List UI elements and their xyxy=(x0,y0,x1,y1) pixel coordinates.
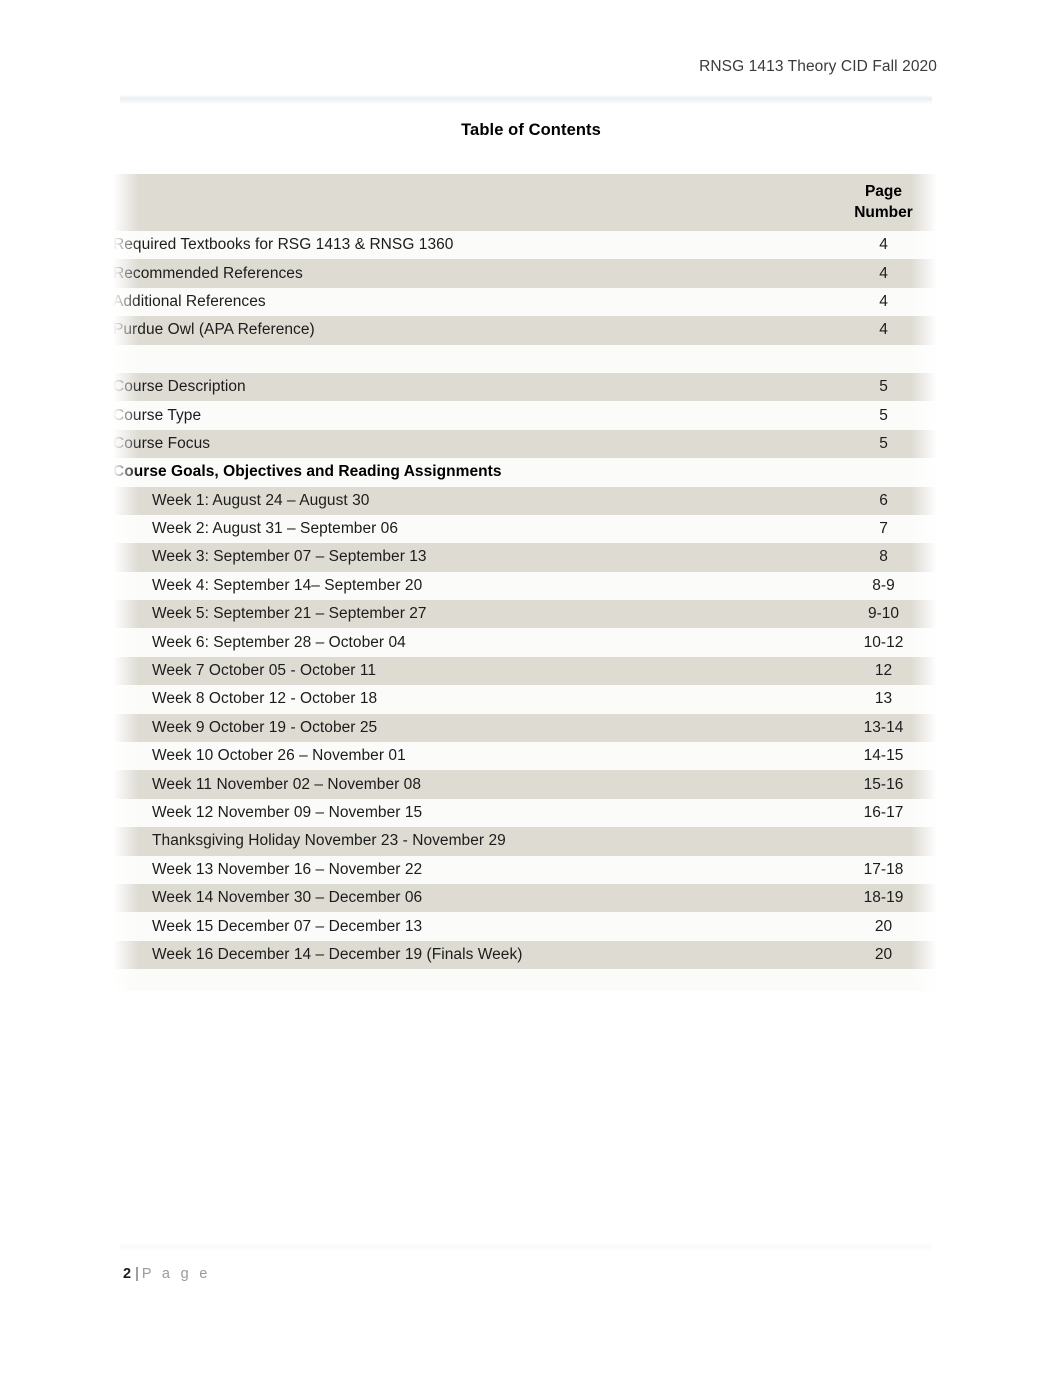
toc-entry-label[interactable]: Course Type xyxy=(113,401,830,430)
table-row: Course Type 5 xyxy=(113,401,937,430)
page-number-column-header: Page Number xyxy=(830,174,937,231)
toc-entry-page-number: 5 xyxy=(830,429,937,459)
toc-entry-label[interactable]: Recommended References xyxy=(113,259,830,288)
footer-page-word: P a g e xyxy=(141,1266,211,1282)
toc-entry-label[interactable]: Week 1: August 24 – August 30 xyxy=(113,486,830,515)
table-row: Course Description 5 xyxy=(113,372,937,402)
toc-entry-page-number: 20 xyxy=(830,940,937,970)
footer-separator: | xyxy=(135,1266,139,1282)
toc-entry-label[interactable]: Purdue Owl (APA Reference) xyxy=(113,316,830,345)
toc-entry-page-number: 18-19 xyxy=(830,883,937,913)
toc-entry-page-number: 20 xyxy=(830,912,937,941)
toc-entry-label xyxy=(113,344,830,373)
page-header-line-2: Number xyxy=(854,203,913,221)
toc-table-head: Page Number xyxy=(113,174,937,231)
toc-entry-page-number xyxy=(830,458,937,487)
toc-entry-page-number: 12 xyxy=(830,656,937,686)
toc-entry-label[interactable]: Week 14 November 30 – December 06 xyxy=(113,883,830,913)
table-row: Week 13 November 16 – November 22 17-18 xyxy=(113,855,937,884)
toc-entry-page-number: 5 xyxy=(830,401,937,430)
table-row: Week 14 November 30 – December 06 18-19 xyxy=(113,883,937,913)
toc-entry-label[interactable]: Week 8 October 12 - October 18 xyxy=(113,685,830,714)
footer-page-number: 2 xyxy=(123,1266,132,1282)
toc-entry-label[interactable]: Week 6: September 28 – October 04 xyxy=(113,628,830,657)
toc-entry-label[interactable]: Week 13 November 16 – November 22 xyxy=(113,855,830,884)
toc-entry-page-number: 4 xyxy=(830,287,937,317)
toc-entry-page-number: 7 xyxy=(830,514,937,544)
toc-entry-page-number xyxy=(830,827,937,856)
table-row: Week 4: September 14– September 20 8-9 xyxy=(113,571,937,601)
toc-entry-page-number: 4 xyxy=(830,259,937,288)
toc-entry-label[interactable]: Week 12 November 09 – November 15 xyxy=(113,798,830,828)
header-divider xyxy=(120,95,932,104)
toc-entry-page-number xyxy=(830,969,937,992)
toc-entry-page-number: 10-12 xyxy=(830,628,937,657)
toc-entry-page-number: 4 xyxy=(830,231,937,260)
table-row: Course Goals, Objectives and Reading Ass… xyxy=(113,458,937,487)
table-row: Week 1: August 24 – August 30 6 xyxy=(113,486,937,515)
toc-section-heading: Course Goals, Objectives and Reading Ass… xyxy=(113,458,830,487)
table-row: Week 16 December 14 – December 19 (Final… xyxy=(113,940,937,970)
table-row: Thanksgiving Holiday November 23 - Novem… xyxy=(113,827,937,856)
table-row: Week 10 October 26 – November 01 14-15 xyxy=(113,742,937,771)
document-page: RNSG 1413 Theory CID Fall 2020 Table of … xyxy=(0,0,1062,1376)
toc-entry-page-number: 8 xyxy=(830,543,937,572)
table-row: Required Textbooks for RSG 1413 & RNSG 1… xyxy=(113,231,937,260)
toc-entry-page-number: 5 xyxy=(830,372,937,402)
label-column-header xyxy=(113,174,830,231)
table-row: Recommended References 4 xyxy=(113,259,937,288)
table-row: Week 12 November 09 – November 15 16-17 xyxy=(113,798,937,828)
page-footer: 2 | P a g e xyxy=(123,1266,211,1282)
toc-entry-label[interactable]: Thanksgiving Holiday November 23 - Novem… xyxy=(113,827,830,856)
toc-entry-label[interactable]: Week 7 October 05 - October 11 xyxy=(113,656,830,686)
toc-entry-page-number: 8-9 xyxy=(830,571,937,601)
toc-entry-label[interactable]: Week 11 November 02 – November 08 xyxy=(113,770,830,799)
toc-entry-label[interactable]: Week 2: August 31 – September 06 xyxy=(113,514,830,544)
toc-entry-label[interactable]: Additional References xyxy=(113,287,830,317)
toc-entry-label[interactable]: Week 3: September 07 – September 13 xyxy=(113,543,830,572)
toc-table-body: Required Textbooks for RSG 1413 & RNSG 1… xyxy=(113,231,937,992)
page-title: Table of Contents xyxy=(461,121,601,139)
table-row: Week 3: September 07 – September 13 8 xyxy=(113,543,937,572)
table-spacer-row xyxy=(113,344,937,373)
running-header: RNSG 1413 Theory CID Fall 2020 xyxy=(699,58,937,75)
table-tail-row xyxy=(113,969,937,992)
toc-entry-label xyxy=(113,969,830,992)
toc-entry-label[interactable]: Week 5: September 21 – September 27 xyxy=(113,600,830,629)
table-row: Course Focus 5 xyxy=(113,429,937,459)
toc-entry-label[interactable]: Week 15 December 07 – December 13 xyxy=(113,912,830,941)
page-header-line-1: Page xyxy=(864,182,903,200)
toc-entry-page-number: 6 xyxy=(830,486,937,515)
table-row: Week 9 October 19 - October 25 13-14 xyxy=(113,713,937,743)
toc-entry-page-number: 4 xyxy=(830,316,937,345)
table-row: Additional References 4 xyxy=(113,287,937,317)
toc-entry-label[interactable]: Week 4: September 14– September 20 xyxy=(113,571,830,601)
toc-entry-label[interactable]: Week 10 October 26 – November 01 xyxy=(113,742,830,771)
toc-entry-label[interactable]: Week 16 December 14 – December 19 (Final… xyxy=(113,940,830,970)
toc-entry-label[interactable]: Week 9 October 19 - October 25 xyxy=(113,713,830,743)
table-row: Week 8 October 12 - October 18 13 xyxy=(113,685,937,714)
table-of-contents: Page Number Required Textbooks for RSG 1… xyxy=(113,174,937,992)
footer-divider xyxy=(120,1243,932,1251)
toc-entry-page-number: 17-18 xyxy=(830,855,937,884)
table-row: Week 6: September 28 – October 04 10-12 xyxy=(113,628,937,657)
toc-entry-page-number: 15-16 xyxy=(830,770,937,799)
toc-entry-page-number xyxy=(830,344,937,373)
table-row: Week 5: September 21 – September 27 9-10 xyxy=(113,600,937,629)
table-row: Purdue Owl (APA Reference) 4 xyxy=(113,316,937,345)
toc-entry-page-number: 9-10 xyxy=(830,600,937,629)
table-row: Week 7 October 05 - October 11 12 xyxy=(113,656,937,686)
table-row: Week 11 November 02 – November 08 15-16 xyxy=(113,770,937,799)
toc-entry-label[interactable]: Course Focus xyxy=(113,429,830,459)
table-row: Week 15 December 07 – December 13 20 xyxy=(113,912,937,941)
toc-table: Page Number Required Textbooks for RSG 1… xyxy=(113,174,937,992)
table-row: Week 2: August 31 – September 06 7 xyxy=(113,514,937,544)
toc-entry-page-number: 13 xyxy=(830,685,937,714)
toc-entry-page-number: 14-15 xyxy=(830,742,937,771)
toc-entry-label[interactable]: Required Textbooks for RSG 1413 & RNSG 1… xyxy=(113,231,830,260)
table-header-row: Page Number xyxy=(113,174,937,231)
toc-entry-page-number: 16-17 xyxy=(830,798,937,828)
toc-entry-label[interactable]: Course Description xyxy=(113,372,830,402)
toc-entry-page-number: 13-14 xyxy=(830,713,937,743)
